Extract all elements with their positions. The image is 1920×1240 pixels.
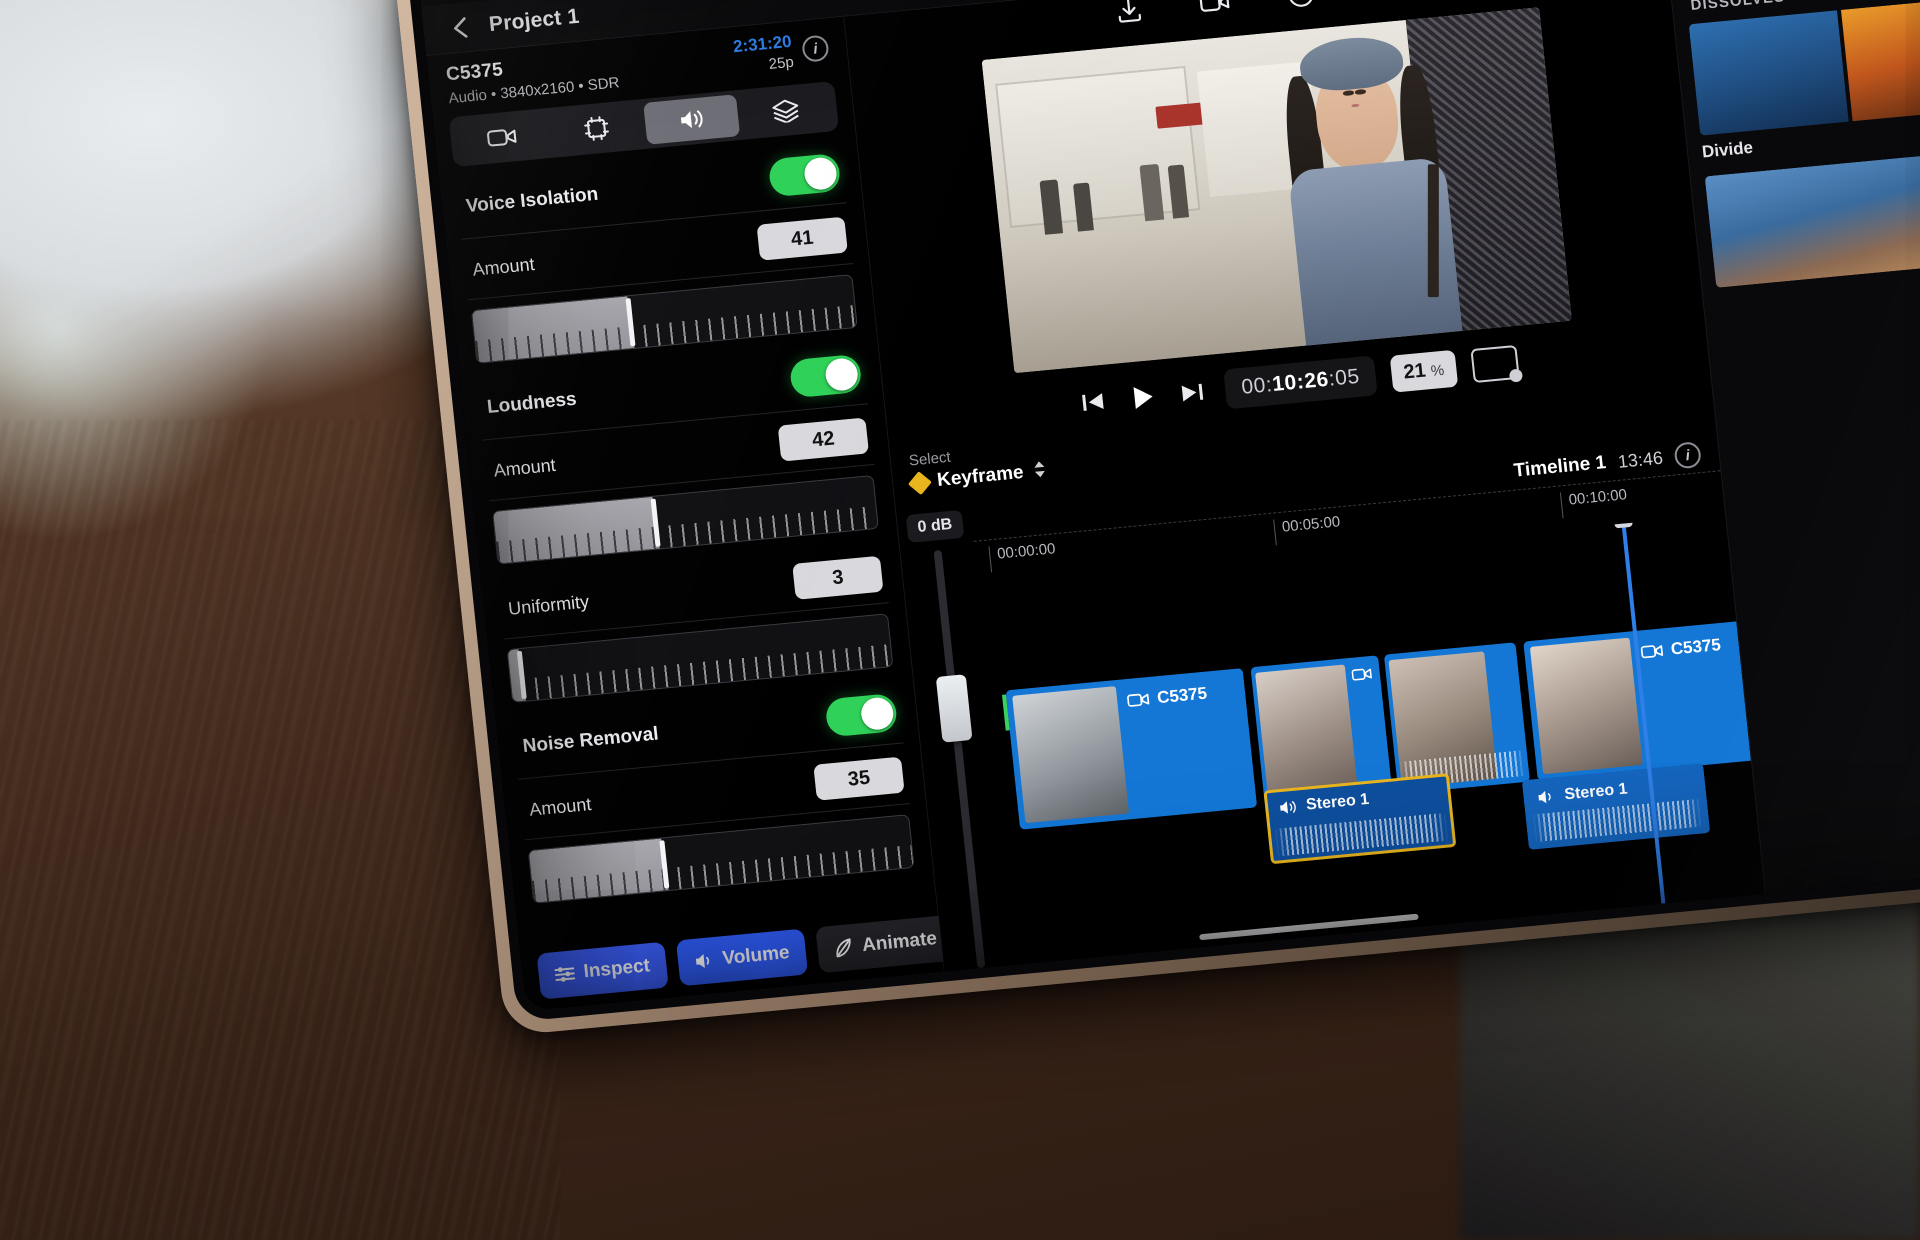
preview-subject	[1239, 27, 1494, 349]
timeline-name: Timeline 1	[1512, 452, 1608, 482]
clip-framerate: 25p	[767, 53, 795, 73]
preview-and-timeline: 00:10:26:05 21 % Select Keyframe 0 dB Ti…	[844, 0, 1765, 972]
volume-label: Volume	[721, 942, 791, 970]
chevron-left-icon[interactable]	[448, 15, 472, 39]
effects-grid: Divide	[1675, 0, 1920, 296]
clip-label: C5375	[1126, 684, 1208, 711]
timecode-suffix: :05	[1327, 364, 1361, 391]
amount-value-loudness[interactable]: 42	[777, 417, 870, 462]
amount-label-noise-removal: Amount	[528, 793, 593, 820]
audio-parameters-list: Voice Isolation Amount 41 Loudness Amoun…	[439, 139, 937, 945]
clip-thumbnail	[1529, 637, 1643, 775]
audio-clip-label: Stereo 1	[1277, 791, 1370, 817]
amount-value-voice-isolation[interactable]: 41	[756, 216, 848, 261]
table-row[interactable]	[1383, 642, 1530, 794]
db-value[interactable]: 0 dB	[905, 509, 965, 544]
zoom-unit: %	[1429, 361, 1445, 380]
tab-frame[interactable]	[548, 103, 645, 154]
timeline-area: 0 dB Timeline 1 13:46 i 00:00:00 00:05:0…	[896, 434, 1765, 971]
clip-name-text: C5375	[1156, 683, 1209, 708]
skip-forward-icon[interactable]	[1174, 376, 1211, 409]
toggle-voice-isolation[interactable]	[767, 152, 842, 198]
param-label-noise-removal: Noise Removal	[521, 723, 660, 758]
zoom-value: 21	[1402, 359, 1427, 384]
animate-label: Animate	[861, 928, 938, 957]
main-body: C5375 Audio • 3840x2160 • SDR 2:31:20 25…	[426, 0, 1920, 1011]
toggle-noise-removal[interactable]	[824, 692, 899, 738]
inspect-label: Inspect	[582, 955, 651, 983]
ruler-tick: 00:00:00	[988, 540, 1058, 573]
audio-clip-label: Stereo 1	[1536, 780, 1629, 806]
timeline-main: Timeline 1 13:46 i 00:00:00 00:05:00 00:…	[970, 434, 1765, 964]
audio-clip-name: Stereo 1	[1563, 780, 1629, 804]
skip-back-icon[interactable]	[1075, 385, 1112, 418]
clip-thumbnail	[1255, 664, 1359, 801]
tablet-device: 14:02 Th 4 24 thg 5 Project 1 C5375 Aud	[392, 0, 1920, 1037]
volume-button[interactable]: Volume	[675, 928, 808, 987]
tab-video[interactable]	[453, 112, 550, 163]
toggle-loudness[interactable]	[788, 353, 863, 399]
ai-magic-icon[interactable]	[1286, 0, 1316, 14]
tablet-bezel: 14:02 Th 4 24 thg 5 Project 1 C5375 Aud	[406, 0, 1920, 1022]
param-label-loudness: Loudness	[486, 388, 578, 418]
info-icon[interactable]: i	[801, 34, 830, 63]
keyframe-diamond-icon	[907, 470, 932, 495]
tablet-screen: 14:02 Th 4 24 thg 5 Project 1 C5375 Aud	[417, 0, 1920, 1011]
keyframe-label: Keyframe	[936, 461, 1025, 491]
timecode-display[interactable]: 00:10:26:05	[1223, 355, 1378, 410]
tab-layers[interactable]	[737, 85, 834, 136]
param-label-uniformity: Uniformity	[507, 590, 590, 619]
timeline-info-icon[interactable]: i	[1673, 441, 1703, 470]
zoom-level[interactable]: 21 %	[1389, 349, 1458, 393]
ruler-tick: 00:05:00	[1273, 513, 1342, 546]
clip-label	[1351, 666, 1372, 683]
play-icon[interactable]	[1125, 381, 1162, 414]
clip-duration: 2:31:20	[732, 31, 793, 57]
amount-value-noise-removal[interactable]: 35	[813, 756, 905, 801]
timeline-duration: 13:46	[1616, 447, 1664, 472]
video-preview[interactable]	[981, 7, 1572, 374]
waveform	[1274, 812, 1449, 857]
camera-icon[interactable]	[1198, 0, 1231, 20]
amount-value-uniformity[interactable]: 3	[792, 555, 884, 600]
fader-knob[interactable]	[935, 674, 973, 743]
effect-item-2[interactable]	[1704, 148, 1920, 295]
fader-track[interactable]	[933, 549, 986, 969]
display-icon[interactable]	[1470, 344, 1520, 384]
effect-thumbnail	[1688, 0, 1920, 136]
effect-item-divide[interactable]: Divide	[1688, 0, 1920, 163]
timecode-prefix: 00:	[1240, 373, 1274, 399]
ruler-tick: 00:10:00	[1559, 486, 1629, 519]
clip-name-text: C5375	[1669, 635, 1722, 659]
table-row[interactable]: C5375	[1005, 668, 1258, 830]
audio-clip-name: Stereo 1	[1305, 790, 1370, 814]
share-icon[interactable]	[1370, 0, 1399, 5]
waveform	[1532, 798, 1703, 843]
page-title: Project 1	[487, 4, 581, 36]
chevron-updown-icon[interactable]	[1031, 460, 1047, 483]
timeline-tracks[interactable]: C5375 C5375 Stereo 1 Stereo 1	[978, 514, 1765, 964]
timecode-main: 10:26	[1271, 367, 1331, 396]
clip-label: C5375	[1640, 635, 1722, 662]
param-label-voice-isolation: Voice Isolation	[464, 183, 600, 218]
animate-button[interactable]: Animate	[815, 914, 956, 974]
import-icon[interactable]	[1114, 0, 1143, 30]
tab-audio[interactable]	[642, 94, 740, 145]
amount-label-voice-isolation: Amount	[471, 253, 536, 280]
effect-thumbnail	[1704, 148, 1920, 288]
inspect-button[interactable]: Inspect	[536, 941, 669, 1000]
clip-thumbnail	[1012, 686, 1130, 824]
amount-label-loudness: Amount	[492, 454, 557, 481]
